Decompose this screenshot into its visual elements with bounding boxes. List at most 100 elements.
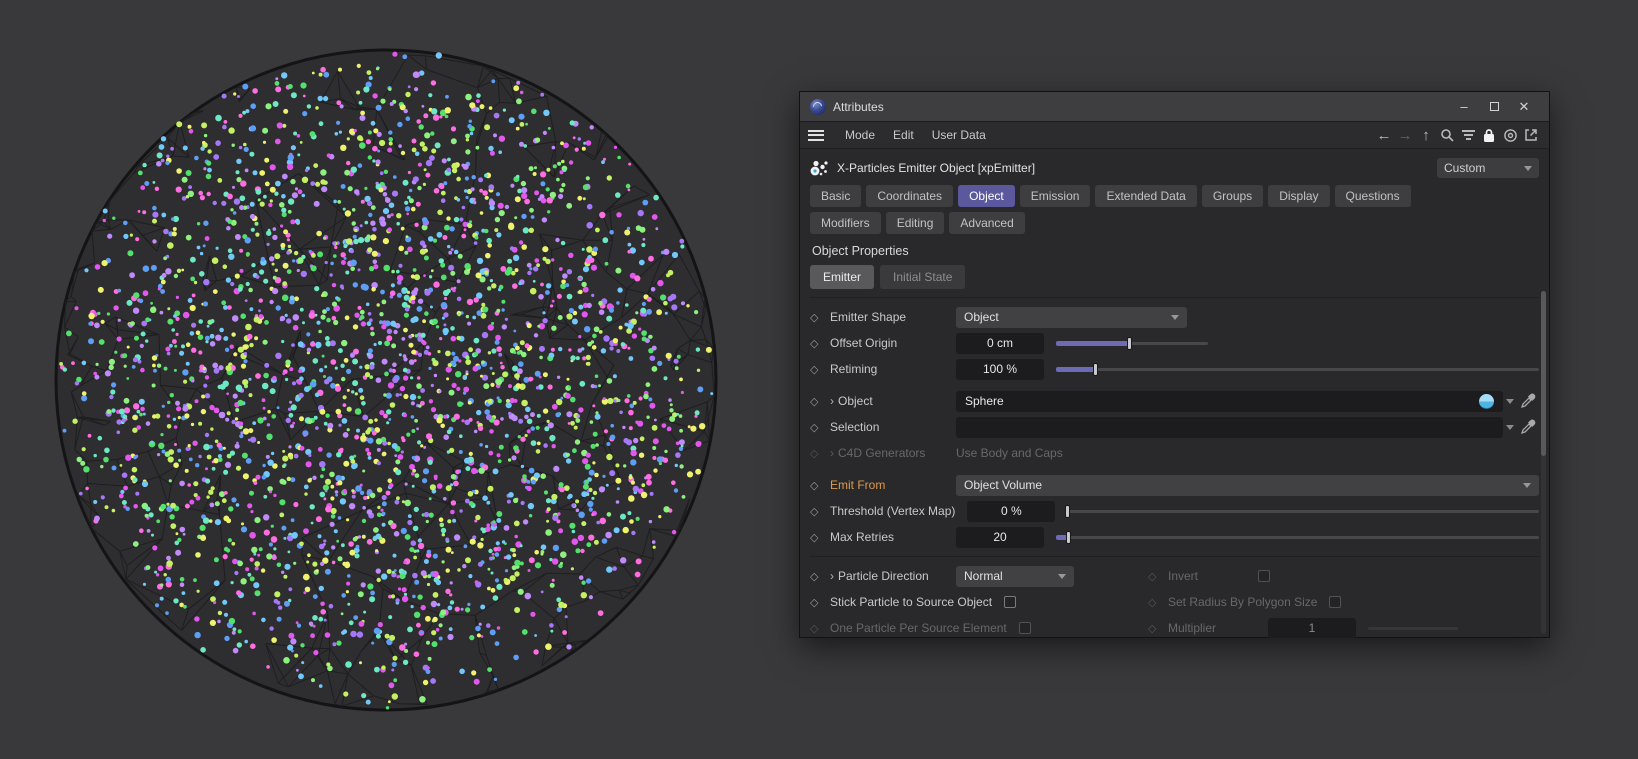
keyframe-diamond-icon[interactable]: ◇ bbox=[810, 570, 830, 583]
separator bbox=[810, 556, 1539, 557]
back-icon[interactable]: ← bbox=[1374, 125, 1394, 145]
c4d-generators-value: Use Body and Caps bbox=[956, 446, 1063, 460]
max-retries-slider[interactable] bbox=[1056, 527, 1539, 548]
retiming-label: Retiming bbox=[830, 362, 878, 376]
row-particle-direction: ◇ › Particle Direction Normal ◇ Invert bbox=[810, 563, 1539, 589]
set-radius-label: Set Radius By Polygon Size bbox=[1168, 595, 1318, 609]
tab-groups[interactable]: Groups bbox=[1201, 185, 1264, 207]
chevron-down-icon bbox=[1171, 314, 1179, 320]
emitter-state-switch: Emitter Initial State bbox=[810, 265, 1539, 289]
maximize-button[interactable] bbox=[1479, 92, 1509, 121]
expander-icon[interactable]: › bbox=[830, 394, 834, 408]
tab-questions[interactable]: Questions bbox=[1334, 185, 1411, 207]
one-particle-label: One Particle Per Source Element bbox=[830, 621, 1007, 635]
object-label: › Object bbox=[830, 394, 873, 408]
menu-user-data[interactable]: User Data bbox=[923, 124, 995, 146]
menu-mode[interactable]: Mode bbox=[836, 124, 884, 146]
set-radius-checkbox bbox=[1329, 596, 1342, 608]
emitter-shape-dropdown[interactable]: Object bbox=[956, 306, 1187, 328]
eyedropper-icon[interactable] bbox=[1517, 393, 1539, 409]
chevron-down-icon[interactable] bbox=[1503, 424, 1517, 430]
preset-dropdown[interactable]: Custom bbox=[1437, 158, 1539, 178]
col2-invert: ◇ Invert bbox=[1148, 569, 1271, 583]
minimize-button[interactable]: – bbox=[1449, 92, 1479, 121]
selection-field[interactable] bbox=[956, 416, 1503, 438]
tab-extended-data[interactable]: Extended Data bbox=[1095, 185, 1197, 207]
object-link-field[interactable]: Sphere bbox=[956, 390, 1503, 412]
retiming-input[interactable]: 100 % bbox=[956, 358, 1044, 380]
threshold-slider[interactable] bbox=[1065, 501, 1539, 522]
tab-editing[interactable]: Editing bbox=[885, 212, 945, 234]
tab-modifiers[interactable]: Modifiers bbox=[810, 212, 881, 234]
chevron-down-icon bbox=[1523, 482, 1531, 488]
object-header: X-Particles Emitter Object [xpEmitter] C… bbox=[810, 154, 1539, 182]
max-retries-input[interactable]: 20 bbox=[956, 526, 1044, 548]
invert-label: Invert bbox=[1168, 569, 1199, 583]
preset-value: Custom bbox=[1444, 161, 1486, 175]
tab-advanced[interactable]: Advanced bbox=[949, 212, 1025, 234]
emitter-shape-label: Emitter Shape bbox=[830, 310, 907, 324]
keyframe-diamond-icon[interactable]: ◇ bbox=[810, 596, 830, 609]
emitter-button[interactable]: Emitter bbox=[810, 265, 875, 289]
open-external-icon[interactable] bbox=[1521, 125, 1541, 145]
scrollbar-thumb[interactable] bbox=[1541, 291, 1546, 456]
emitter-shape-value: Object bbox=[964, 310, 999, 324]
attributes-window: Attributes – ✕ Mode Edit User Data ← → ↑ bbox=[799, 91, 1550, 638]
attributes-content: X-Particles Emitter Object [xpEmitter] C… bbox=[800, 149, 1549, 638]
tab-row-2: Modifiers Editing Advanced bbox=[810, 212, 1539, 234]
retiming-slider[interactable] bbox=[1056, 359, 1539, 380]
object-link-value: Sphere bbox=[965, 394, 1004, 408]
menu-edit[interactable]: Edit bbox=[884, 124, 923, 146]
row-one-particle: ◇ One Particle Per Source Element ◇ Mult… bbox=[810, 615, 1539, 638]
particle-direction-dropdown[interactable]: Normal bbox=[956, 565, 1074, 587]
multiplier-label: Multiplier bbox=[1168, 621, 1217, 635]
chevron-down-icon bbox=[1524, 165, 1532, 171]
window-titlebar[interactable]: Attributes – ✕ bbox=[800, 92, 1549, 122]
keyframe-diamond-icon[interactable]: ◇ bbox=[810, 363, 830, 376]
filter-icon[interactable] bbox=[1458, 125, 1478, 145]
threshold-label: Threshold (Vertex Map) bbox=[830, 504, 956, 518]
menu-hamburger-icon[interactable] bbox=[808, 129, 824, 141]
tab-display[interactable]: Display bbox=[1268, 185, 1330, 207]
row-threshold: ◇ Threshold (Vertex Map) 0 % bbox=[810, 498, 1539, 524]
vertical-scrollbar[interactable] bbox=[1541, 291, 1546, 634]
keyframe-diamond-icon[interactable]: ◇ bbox=[810, 311, 830, 324]
emit-from-dropdown[interactable]: Object Volume bbox=[956, 474, 1539, 496]
keyframe-diamond-icon: ◇ bbox=[1148, 596, 1157, 609]
chevron-down-icon[interactable] bbox=[1503, 398, 1517, 404]
viewport-3d[interactable] bbox=[0, 0, 800, 759]
row-object: ◇ › Object Sphere bbox=[810, 388, 1539, 414]
close-button[interactable]: ✕ bbox=[1509, 92, 1539, 121]
offset-origin-slider[interactable] bbox=[1056, 333, 1208, 354]
offset-origin-input[interactable]: 0 cm bbox=[956, 332, 1044, 354]
emit-from-value: Object Volume bbox=[964, 478, 1043, 492]
initial-state-button[interactable]: Initial State bbox=[880, 265, 966, 289]
expander-icon[interactable]: › bbox=[830, 569, 834, 583]
tab-basic[interactable]: Basic bbox=[810, 185, 862, 207]
section-heading: Object Properties bbox=[812, 244, 909, 258]
stick-particle-checkbox[interactable] bbox=[1004, 596, 1017, 608]
forward-icon[interactable]: → bbox=[1395, 125, 1415, 145]
eyedropper-icon[interactable] bbox=[1517, 419, 1539, 435]
lock-icon[interactable] bbox=[1479, 125, 1499, 145]
keyframe-diamond-icon[interactable]: ◇ bbox=[810, 505, 830, 518]
tab-emission[interactable]: Emission bbox=[1019, 185, 1091, 207]
keyframe-diamond-icon: ◇ bbox=[810, 447, 819, 460]
keyframe-diamond-icon[interactable]: ◇ bbox=[810, 531, 830, 544]
keyframe-diamond-icon[interactable]: ◇ bbox=[810, 421, 830, 434]
up-icon[interactable]: ↑ bbox=[1416, 125, 1436, 145]
multiplier-slider bbox=[1368, 618, 1458, 639]
keyframe-diamond-icon[interactable]: ◇ bbox=[810, 479, 830, 492]
search-icon[interactable] bbox=[1437, 125, 1457, 145]
target-icon[interactable] bbox=[1500, 125, 1520, 145]
app-logo-icon bbox=[810, 98, 826, 115]
threshold-input[interactable]: 0 % bbox=[967, 500, 1056, 522]
emit-from-label: Emit From bbox=[830, 478, 886, 492]
tab-coordinates[interactable]: Coordinates bbox=[866, 185, 954, 207]
keyframe-diamond-icon[interactable]: ◇ bbox=[810, 395, 830, 408]
particle-direction-value: Normal bbox=[964, 569, 1003, 583]
tab-object[interactable]: Object bbox=[958, 185, 1015, 207]
keyframe-diamond-icon: ◇ bbox=[1148, 622, 1157, 635]
row-c4d-generators: ◇ › C4D Generators Use Body and Caps bbox=[810, 440, 1539, 466]
keyframe-diamond-icon[interactable]: ◇ bbox=[810, 337, 830, 350]
